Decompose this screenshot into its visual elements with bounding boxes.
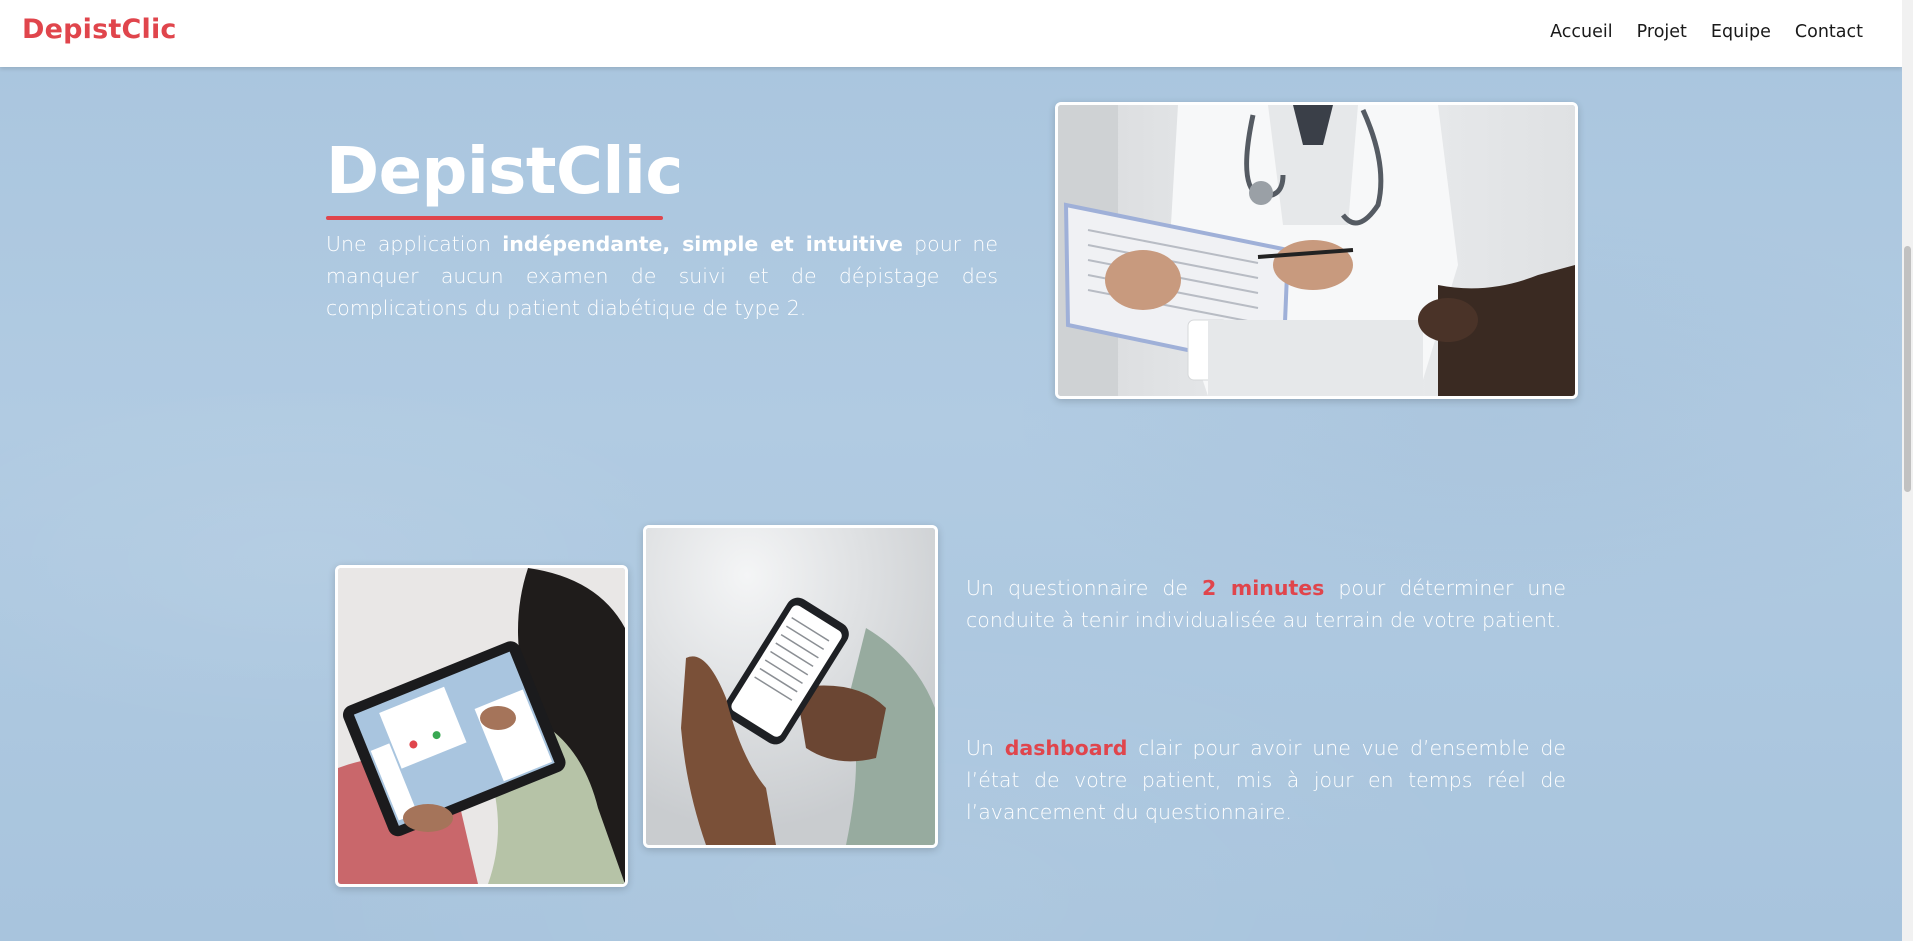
tablet-photo	[335, 565, 628, 887]
title-underline	[326, 216, 663, 220]
questionnaire-text: Un questionnaire de	[966, 576, 1203, 600]
scrollbar-thumb[interactable]	[1904, 246, 1911, 492]
dashboard-description: Un dashboard clair pour avoir une vue d’…	[966, 732, 1566, 828]
brand-logo[interactable]: DepistClic	[22, 14, 177, 45]
nav-link-projet[interactable]: Projet	[1637, 22, 1687, 42]
hero-title: DepistClic	[326, 135, 683, 209]
questionnaire-description: Un questionnaire de 2 minutes pour déter…	[966, 572, 1566, 636]
nav-link-equipe[interactable]: Equipe	[1711, 22, 1771, 42]
dashboard-text: Un	[966, 736, 1005, 760]
questionnaire-highlight: 2 minutes	[1202, 576, 1325, 600]
phone-photo	[643, 525, 938, 848]
hero-description: Une application indépendante, simple et …	[326, 228, 998, 324]
site-header: DepistClic Accueil Projet Equipe Contact	[0, 0, 1902, 67]
nav-link-contact[interactable]: Contact	[1795, 22, 1863, 42]
hero-description-text: Une application	[326, 232, 503, 256]
hero-description-emphasis: indépendante, simple et intuitive	[502, 232, 903, 256]
main-nav: Accueil Projet Equipe Contact	[1526, 22, 1863, 42]
nav-link-accueil[interactable]: Accueil	[1550, 22, 1613, 42]
doctor-photo	[1055, 102, 1578, 399]
page-scrollbar[interactable]	[1902, 0, 1913, 941]
page-background	[0, 0, 1902, 941]
dashboard-highlight: dashboard	[1004, 736, 1128, 760]
